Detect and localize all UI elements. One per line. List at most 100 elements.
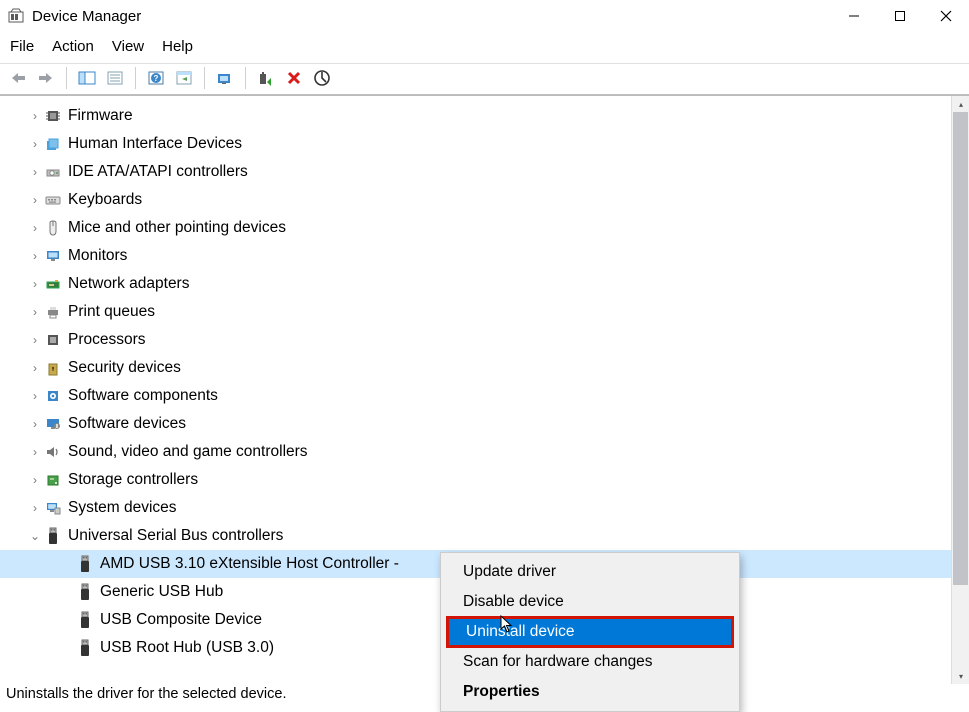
action-window-button[interactable] bbox=[172, 66, 196, 90]
tree-item-label: Storage controllers bbox=[68, 471, 198, 489]
tree-category[interactable]: ⌄ Universal Serial Bus controllers bbox=[0, 522, 951, 550]
context-menu-item-label: Scan for hardware changes bbox=[463, 653, 653, 670]
storage-icon bbox=[44, 471, 62, 489]
window-title: Device Manager bbox=[32, 8, 141, 25]
keyboard-icon bbox=[44, 191, 62, 209]
maximize-button[interactable] bbox=[877, 0, 923, 32]
tree-item-label: AMD USB 3.10 eXtensible Host Controller … bbox=[100, 555, 399, 573]
chevron-right-icon[interactable]: › bbox=[28, 193, 42, 207]
chevron-right-icon[interactable]: › bbox=[28, 109, 42, 123]
menu-view[interactable]: View bbox=[112, 38, 144, 55]
tree-category[interactable]: › Software components bbox=[0, 382, 951, 410]
tree-item-label: IDE ATA/ATAPI controllers bbox=[68, 163, 248, 181]
tree-item-label: Firmware bbox=[68, 107, 133, 125]
mouse-icon bbox=[44, 219, 62, 237]
tree-item-label: USB Root Hub (USB 3.0) bbox=[100, 639, 274, 657]
tree-category[interactable]: ›Keyboards bbox=[0, 186, 951, 214]
tree-item-label: Universal Serial Bus controllers bbox=[68, 527, 283, 545]
scroll-up-button[interactable]: ▴ bbox=[952, 96, 969, 112]
context-menu-item[interactable]: Scan for hardware changes bbox=[443, 647, 737, 677]
help-button[interactable]: ? bbox=[144, 66, 168, 90]
chevron-right-icon[interactable]: › bbox=[28, 249, 42, 263]
toolbar: ? bbox=[0, 63, 969, 95]
vertical-scrollbar[interactable]: ▴ ▾ bbox=[951, 96, 969, 684]
context-menu-item[interactable]: Update driver bbox=[443, 557, 737, 587]
update-driver-button[interactable] bbox=[254, 66, 278, 90]
chevron-right-icon[interactable]: › bbox=[28, 473, 42, 487]
system-icon bbox=[44, 499, 62, 517]
app-icon bbox=[8, 8, 24, 24]
chevron-right-icon[interactable]: › bbox=[28, 333, 42, 347]
chevron-right-icon[interactable]: › bbox=[28, 137, 42, 151]
tree-category[interactable]: › IDE ATA/ATAPI controllers bbox=[0, 158, 951, 186]
tree-category[interactable]: › Network adapters bbox=[0, 270, 951, 298]
tree-category[interactable]: › Firmware bbox=[0, 102, 951, 130]
usb-icon bbox=[76, 639, 94, 657]
usb-icon bbox=[76, 555, 94, 573]
titlebar: Device Manager bbox=[0, 0, 969, 32]
tree-item-label: Network adapters bbox=[68, 275, 189, 293]
tree-category[interactable]: › Storage controllers bbox=[0, 466, 951, 494]
menu-action[interactable]: Action bbox=[52, 38, 94, 55]
network-icon bbox=[44, 275, 62, 293]
tree-item-label: System devices bbox=[68, 499, 177, 517]
softdev-icon bbox=[44, 415, 62, 433]
chevron-right-icon[interactable]: › bbox=[28, 445, 42, 459]
ide-icon bbox=[44, 163, 62, 181]
context-menu-item[interactable]: Properties bbox=[443, 677, 737, 707]
context-menu-item-label: Disable device bbox=[463, 593, 564, 610]
properties-button[interactable] bbox=[103, 66, 127, 90]
tree-category[interactable]: › Mice and other pointing devices bbox=[0, 214, 951, 242]
tree-category[interactable]: › Processors bbox=[0, 326, 951, 354]
chevron-right-icon[interactable]: › bbox=[28, 501, 42, 515]
security-icon bbox=[44, 359, 62, 377]
chevron-right-icon[interactable]: › bbox=[28, 221, 42, 235]
tree-category[interactable]: › Human Interface Devices bbox=[0, 130, 951, 158]
tree-item-label: Monitors bbox=[68, 247, 127, 265]
tree-item-label: Human Interface Devices bbox=[68, 135, 242, 153]
status-text: Uninstalls the driver for the selected d… bbox=[6, 686, 286, 702]
tree-item-label: Software components bbox=[68, 387, 218, 405]
chevron-right-icon[interactable]: › bbox=[28, 165, 42, 179]
usb-icon bbox=[76, 611, 94, 629]
cpu-icon bbox=[44, 331, 62, 349]
menu-file[interactable]: File bbox=[10, 38, 34, 55]
disable-device-button[interactable] bbox=[310, 66, 334, 90]
tree-category[interactable]: › Monitors bbox=[0, 242, 951, 270]
tree-item-label: Software devices bbox=[68, 415, 186, 433]
chevron-right-icon[interactable]: › bbox=[28, 277, 42, 291]
hid-icon bbox=[44, 135, 62, 153]
printer-icon bbox=[44, 303, 62, 321]
back-button[interactable] bbox=[6, 66, 30, 90]
chip-icon bbox=[44, 107, 62, 125]
usb-icon bbox=[76, 583, 94, 601]
chevron-right-icon[interactable]: › bbox=[28, 361, 42, 375]
scroll-thumb[interactable] bbox=[953, 112, 968, 585]
sound-icon bbox=[44, 443, 62, 461]
tree-category[interactable]: › Software devices bbox=[0, 410, 951, 438]
minimize-button[interactable] bbox=[831, 0, 877, 32]
context-menu-item-label: Update driver bbox=[463, 563, 556, 580]
tree-item-label: Security devices bbox=[68, 359, 181, 377]
tree-category[interactable]: › Security devices bbox=[0, 354, 951, 382]
tree-category[interactable]: › Print queues bbox=[0, 298, 951, 326]
chevron-right-icon[interactable]: › bbox=[28, 305, 42, 319]
tree-item-label: Processors bbox=[68, 331, 146, 349]
forward-button[interactable] bbox=[34, 66, 58, 90]
tree-item-label: Mice and other pointing devices bbox=[68, 219, 286, 237]
component-icon bbox=[44, 387, 62, 405]
tree-category[interactable]: › System devices bbox=[0, 494, 951, 522]
close-button[interactable] bbox=[923, 0, 969, 32]
scroll-down-button[interactable]: ▾ bbox=[952, 668, 969, 684]
tree-item-label: Print queues bbox=[68, 303, 155, 321]
context-menu-item[interactable]: Uninstall device bbox=[446, 616, 734, 648]
tree-category[interactable]: ›Sound, video and game controllers bbox=[0, 438, 951, 466]
chevron-right-icon[interactable]: › bbox=[28, 417, 42, 431]
chevron-right-icon[interactable]: › bbox=[28, 389, 42, 403]
scan-hardware-button[interactable] bbox=[213, 66, 237, 90]
show-hide-console-tree-button[interactable] bbox=[75, 66, 99, 90]
uninstall-device-button[interactable] bbox=[282, 66, 306, 90]
menu-help[interactable]: Help bbox=[162, 38, 193, 55]
chevron-down-icon[interactable]: ⌄ bbox=[28, 529, 42, 543]
context-menu-item[interactable]: Disable device bbox=[443, 587, 737, 617]
